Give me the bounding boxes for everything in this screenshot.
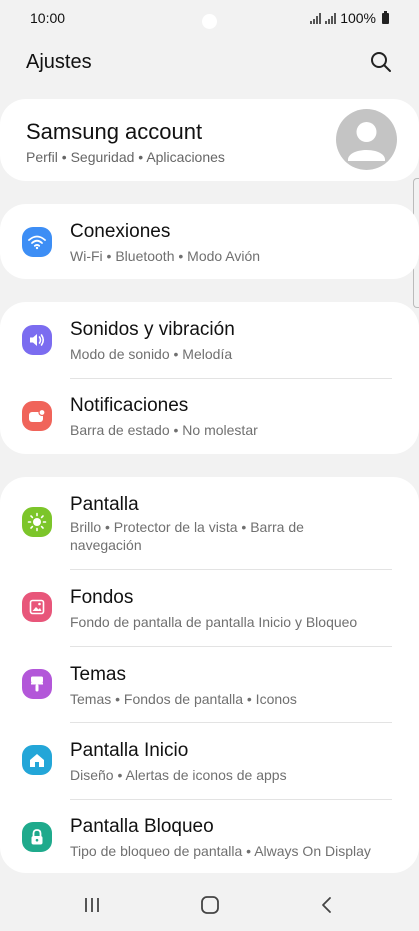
- pantalla-subtitle: Brillo • Protector de la vista • Barra d…: [70, 519, 304, 553]
- temas-title: Temas: [70, 664, 126, 685]
- notificaciones-subtitle: Barra de estado • No molestar: [70, 422, 258, 438]
- pantalla-title: Pantalla: [70, 494, 139, 515]
- brush-icon: [22, 669, 52, 699]
- recent-apps-button[interactable]: [77, 893, 107, 917]
- recent-apps-icon: [85, 898, 99, 912]
- battery-percent: 100%: [340, 10, 376, 26]
- pantalla-inicio-title: Pantalla Inicio: [70, 740, 189, 761]
- home-nav-icon: [201, 896, 219, 914]
- menu-item-notificaciones[interactable]: Notificaciones Barra de estado • No mole…: [0, 378, 419, 454]
- fondos-subtitle: Fondo de pantalla de pantalla Inicio y B…: [70, 614, 358, 630]
- pantalla-inicio-subtitle: Diseño • Alertas de iconos de apps: [70, 767, 287, 783]
- battery-icon: [382, 10, 389, 24]
- wifi-icon: [22, 227, 52, 257]
- search-button[interactable]: [367, 48, 395, 76]
- account-subtitle: Perfil • Seguridad • Aplicaciones: [26, 149, 225, 165]
- menu-item-temas[interactable]: Temas Temas • Fondos de pantalla • Icono…: [0, 646, 419, 722]
- conexiones-subtitle: Wi-Fi • Bluetooth • Modo Avión: [70, 248, 261, 264]
- fondos-title: Fondos: [70, 587, 134, 608]
- menu-item-pantalla-inicio[interactable]: Pantalla Inicio Diseño • Alertas de icon…: [0, 722, 419, 799]
- signal-icon-2: [325, 12, 337, 24]
- app-header: Ajustes: [0, 40, 419, 84]
- lock-icon: [22, 822, 52, 852]
- menu-item-pantalla[interactable]: Pantalla Brillo • Protector de la vista …: [0, 477, 419, 569]
- person-icon: [348, 122, 385, 161]
- home-icon: [22, 745, 52, 775]
- menu-item-conexiones[interactable]: Conexiones Wi-Fi • Bluetooth • Modo Avió…: [0, 204, 419, 279]
- account-title: Samsung account: [26, 119, 203, 144]
- menu-item-fondos[interactable]: Fondos Fondo de pantalla de pantalla Ini…: [0, 569, 419, 646]
- pantalla-bloqueo-title: Pantalla Bloqueo: [70, 816, 214, 837]
- brightness-icon: [22, 507, 52, 537]
- speaker-icon: [22, 325, 52, 355]
- status-time: 10:00: [30, 10, 66, 26]
- camera-cutout: [202, 14, 217, 29]
- wallpaper-icon: [22, 592, 52, 622]
- page-title: Ajustes: [26, 50, 92, 73]
- search-icon: [371, 52, 391, 72]
- pantalla-bloqueo-subtitle: Tipo de bloqueo de pantalla • Always On …: [70, 843, 371, 859]
- back-button[interactable]: [312, 893, 342, 917]
- sonidos-title: Sonidos y vibración: [70, 319, 235, 340]
- sonidos-subtitle: Modo de sonido • Melodía: [70, 346, 233, 362]
- temas-subtitle: Temas • Fondos de pantalla • Iconos: [70, 691, 297, 707]
- status-icons: 100%: [310, 10, 389, 26]
- notificaciones-title: Notificaciones: [70, 395, 189, 416]
- menu-item-pantalla-bloqueo[interactable]: Pantalla Bloqueo Tipo de bloqueo de pant…: [0, 799, 419, 873]
- avatar[interactable]: [336, 109, 397, 170]
- home-button[interactable]: [195, 893, 225, 917]
- back-icon: [322, 897, 331, 913]
- signal-icon: [310, 12, 322, 24]
- conexiones-title: Conexiones: [70, 221, 171, 242]
- menu-item-sonidos[interactable]: Sonidos y vibración Modo de sonido • Mel…: [0, 302, 419, 378]
- notification-icon: [22, 401, 52, 431]
